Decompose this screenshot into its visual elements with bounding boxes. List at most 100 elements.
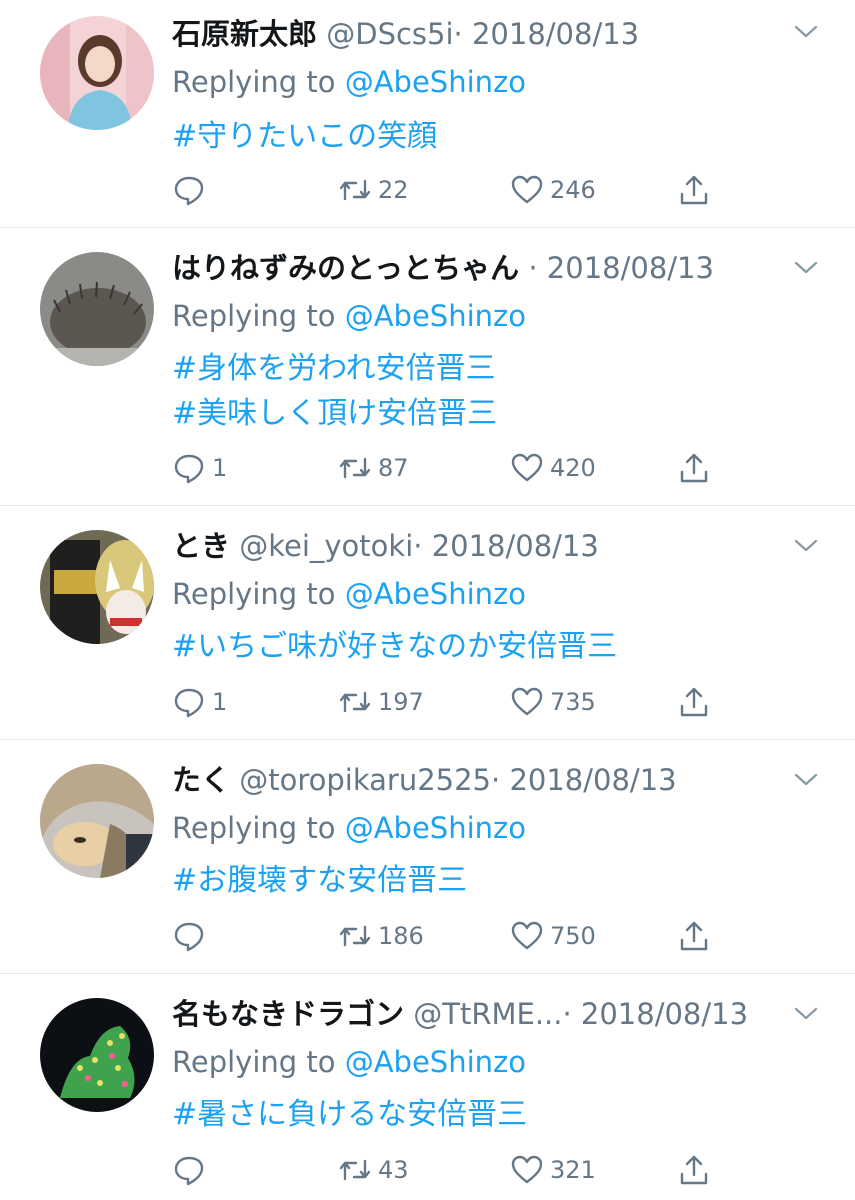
retweet-button[interactable]: 186	[338, 914, 424, 958]
hashtag-link[interactable]: #美味しく頂け安倍晋三	[172, 391, 497, 436]
display-name[interactable]: たく	[172, 763, 230, 797]
hashtag-link[interactable]: #守りたいこの笑顔	[172, 114, 437, 159]
retweet-icon	[339, 457, 371, 479]
display-name[interactable]: はりねずみのとっとちゃん	[172, 251, 519, 285]
comment-bubble-icon	[174, 454, 204, 484]
user-handle[interactable]: @DScs5i	[326, 17, 453, 51]
share-button[interactable]	[677, 680, 717, 724]
like-button[interactable]: 321	[510, 1148, 596, 1192]
tweet-date[interactable]: 2018/08/13	[509, 763, 676, 797]
comment-bubble-icon	[174, 1156, 204, 1186]
tweet-text: #守りたいこの笑顔	[172, 114, 437, 159]
chevron-down-icon[interactable]	[793, 258, 819, 278]
reply-button[interactable]	[172, 914, 212, 958]
tweet-header: はりねずみのとっとちゃん · 2018/08/13	[172, 248, 783, 288]
reply-prefix: Replying to	[172, 65, 336, 99]
hashtag-link[interactable]: #身体を労われ安倍晋三	[172, 346, 497, 391]
tweet-date[interactable]: 2018/08/13	[581, 997, 748, 1031]
share-icon	[680, 175, 708, 205]
display-name[interactable]: 石原新太郎	[172, 17, 317, 51]
retweet-button[interactable]: 22	[338, 168, 409, 212]
hashtag-link[interactable]: #暑さに負けるな安倍晋三	[172, 1092, 527, 1137]
hashtag-link[interactable]: #いちご味が好きなのか安倍晋三	[172, 624, 617, 669]
tweet-actions: 22 246	[172, 168, 855, 212]
chevron-down-icon[interactable]	[793, 536, 819, 556]
display-name[interactable]: 名もなきドラゴン	[172, 997, 404, 1031]
tweet-date[interactable]: 2018/08/13	[472, 17, 639, 51]
reply-context: Replying to @AbeShinzo	[172, 296, 526, 336]
separator: ·	[528, 251, 538, 285]
mention-link[interactable]: @AbeShinzo	[345, 811, 526, 845]
tweet-header: 名もなきドラゴン @TtRME...· 2018/08/13	[172, 994, 783, 1034]
reply-count: 1	[212, 454, 228, 482]
reply-button[interactable]	[172, 168, 212, 212]
share-icon	[680, 921, 708, 951]
user-handle[interactable]: @kei_yotoki	[239, 529, 413, 563]
retweet-button[interactable]: 87	[338, 446, 409, 490]
separator: ·	[562, 997, 572, 1031]
chevron-down-icon[interactable]	[793, 1004, 819, 1024]
tweet-text: #身体を労われ安倍晋三 #美味しく頂け安倍晋三	[172, 346, 497, 436]
reply-button[interactable]: 1	[172, 446, 227, 490]
tweet-1[interactable]: 石原新太郎 @DScs5i· 2018/08/13 Replying to @A…	[0, 0, 855, 228]
avatar[interactable]	[40, 252, 154, 366]
tweet-actions: 186 750	[172, 914, 855, 958]
retweet-count: 43	[378, 1156, 409, 1184]
reply-context: Replying to @AbeShinzo	[172, 1042, 526, 1082]
like-button[interactable]: 420	[510, 446, 596, 490]
share-button[interactable]	[677, 446, 717, 490]
tweet-date[interactable]: 2018/08/13	[547, 251, 714, 285]
like-button[interactable]: 246	[510, 168, 596, 212]
share-button[interactable]	[677, 1148, 717, 1192]
user-handle[interactable]: @toropikaru2525	[239, 763, 491, 797]
comment-bubble-icon	[174, 176, 204, 206]
tweet-5[interactable]: 名もなきドラゴン @TtRME...· 2018/08/13 Replying …	[0, 974, 855, 1200]
tweet-text: #暑さに負けるな安倍晋三	[172, 1092, 527, 1137]
retweet-count: 87	[378, 454, 409, 482]
like-count: 750	[550, 922, 596, 950]
reply-prefix: Replying to	[172, 299, 336, 333]
share-button[interactable]	[677, 168, 717, 212]
mention-link[interactable]: @AbeShinzo	[345, 299, 526, 333]
separator: ·	[491, 763, 501, 797]
tweet-header: とき @kei_yotoki· 2018/08/13	[172, 526, 783, 566]
retweet-count: 197	[378, 688, 424, 716]
tweet-actions: 1 87 420	[172, 446, 855, 490]
heart-icon	[511, 453, 543, 482]
tweet-2[interactable]: はりねずみのとっとちゃん · 2018/08/13 Replying to @A…	[0, 228, 855, 506]
reply-prefix: Replying to	[172, 577, 336, 611]
reply-context: Replying to @AbeShinzo	[172, 808, 526, 848]
chevron-down-icon[interactable]	[793, 770, 819, 790]
like-count: 735	[550, 688, 596, 716]
share-button[interactable]	[677, 914, 717, 958]
like-button[interactable]: 735	[510, 680, 596, 724]
tweet-text: #お腹壊すな安倍晋三	[172, 858, 467, 903]
reply-prefix: Replying to	[172, 811, 336, 845]
avatar[interactable]	[40, 998, 154, 1112]
mention-link[interactable]: @AbeShinzo	[345, 577, 526, 611]
user-handle[interactable]: @TtRME...	[413, 997, 562, 1031]
retweet-button[interactable]: 197	[338, 680, 424, 724]
comment-bubble-icon	[174, 922, 204, 952]
like-button[interactable]: 750	[510, 914, 596, 958]
tweet-4[interactable]: たく @toropikaru2525· 2018/08/13 Replying …	[0, 740, 855, 974]
display-name[interactable]: とき	[172, 529, 230, 563]
mention-link[interactable]: @AbeShinzo	[345, 65, 526, 99]
tweet-date[interactable]: 2018/08/13	[432, 529, 599, 563]
heart-icon	[511, 687, 543, 716]
retweet-count: 186	[378, 922, 424, 950]
mention-link[interactable]: @AbeShinzo	[345, 1045, 526, 1079]
tweet-3[interactable]: とき @kei_yotoki· 2018/08/13 Replying to @…	[0, 506, 855, 740]
retweet-count: 22	[378, 176, 409, 204]
retweet-button[interactable]: 43	[338, 1148, 409, 1192]
chevron-down-icon[interactable]	[793, 22, 819, 42]
hashtag-link[interactable]: #お腹壊すな安倍晋三	[172, 858, 467, 903]
reply-button[interactable]: 1	[172, 680, 227, 724]
tweet-text: #いちご味が好きなのか安倍晋三	[172, 624, 617, 669]
retweet-icon	[339, 1159, 371, 1181]
avatar[interactable]	[40, 530, 154, 644]
avatar[interactable]	[40, 764, 154, 878]
reply-button[interactable]	[172, 1148, 212, 1192]
avatar[interactable]	[40, 16, 154, 130]
tweet-header: 石原新太郎 @DScs5i· 2018/08/13	[172, 14, 783, 54]
